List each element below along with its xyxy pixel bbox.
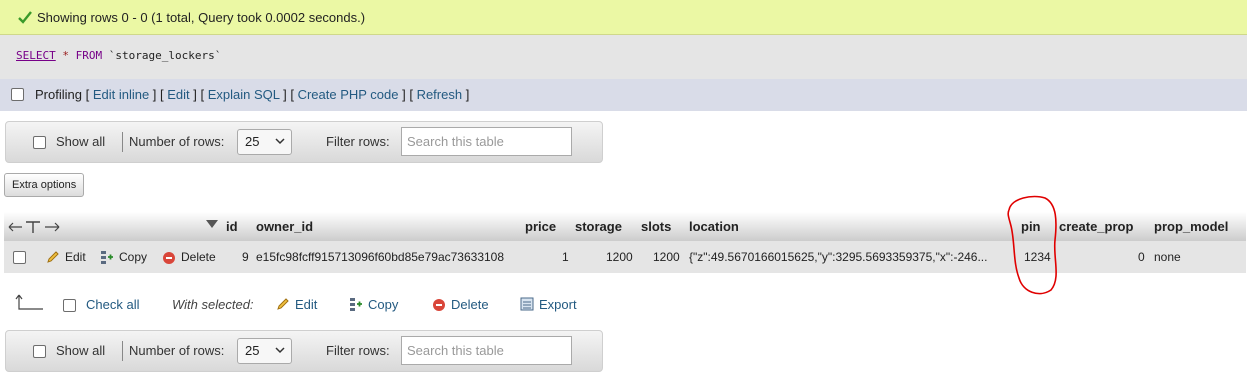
cell-storage[interactable]: 1200: [606, 250, 633, 264]
show-all-label[interactable]: Show all: [56, 134, 105, 149]
column-header-prop-model[interactable]: prop_model: [1154, 219, 1228, 234]
sql-keyword-from: FROM: [75, 49, 103, 62]
chevron-down-icon: [275, 347, 285, 354]
column-header-location[interactable]: location: [689, 219, 739, 234]
number-of-rows-label: Number of rows:: [129, 134, 225, 149]
filter-rows-input[interactable]: Search this table: [401, 127, 572, 156]
show-all-label[interactable]: Show all: [56, 343, 105, 358]
chevron-down-icon: [275, 138, 285, 145]
copy-row-icon: [350, 298, 362, 311]
sql-query-box: SELECT * FROM `storage_lockers`: [0, 35, 1247, 79]
column-header-create-prop[interactable]: create_prop: [1059, 219, 1133, 234]
column-header-price[interactable]: price: [525, 219, 556, 234]
sql-query: SELECT * FROM `storage_lockers`: [16, 49, 221, 62]
explain-sql-link[interactable]: Explain SQL: [208, 87, 280, 102]
sql-table-name: `storage_lockers`: [108, 49, 222, 62]
cell-owner-id[interactable]: e15fc98fcff915713096f60bd85e79ac73633108: [256, 250, 504, 264]
divider: [122, 132, 123, 152]
cell-prop-model[interactable]: none: [1154, 250, 1181, 264]
row-edit-link[interactable]: Edit: [65, 250, 86, 264]
row-copy-link[interactable]: Copy: [119, 250, 147, 264]
filter-rows-input[interactable]: Search this table: [401, 336, 572, 365]
check-all-link[interactable]: Check all: [86, 297, 139, 312]
refresh-link[interactable]: Refresh: [417, 87, 463, 102]
bulk-actions-bar: Check all With selected: Edit Copy Delet…: [0, 288, 620, 318]
show-all-checkbox[interactable]: [33, 345, 46, 358]
navigation-panel-bottom: Show all Number of rows: 25 Filter rows:…: [5, 330, 603, 372]
delete-icon: [163, 252, 175, 264]
column-header-storage[interactable]: storage: [575, 219, 622, 234]
check-all-checkbox[interactable]: [63, 299, 76, 312]
cell-slots[interactable]: 1200: [653, 250, 680, 264]
column-header-id[interactable]: id: [226, 219, 238, 234]
cell-location[interactable]: {"z":49.5670166015625,"y":3295.569335937…: [689, 250, 987, 264]
rows-per-page-select[interactable]: 25: [237, 338, 292, 364]
bulk-edit-button[interactable]: Edit: [295, 297, 317, 312]
table-row: Edit Copy Delete 9 e15fc98fcff915713096f…: [4, 241, 1246, 273]
cell-id[interactable]: 9: [242, 250, 249, 264]
column-header-pin[interactable]: pin: [1021, 219, 1041, 234]
bulk-delete-button[interactable]: Delete: [451, 297, 489, 312]
delete-icon: [433, 299, 445, 311]
row-checkbox[interactable]: [13, 251, 26, 264]
column-resize-arrows-icon[interactable]: [8, 220, 60, 234]
create-php-code-link[interactable]: Create PHP code: [298, 87, 399, 102]
search-placeholder: Search this table: [407, 134, 504, 149]
edit-query-link[interactable]: Edit: [167, 87, 189, 102]
cell-pin[interactable]: 1234: [1024, 250, 1051, 264]
success-message-bar: Showing rows 0 - 0 (1 total, Query took …: [0, 0, 1247, 35]
rows-per-page-select[interactable]: 25: [237, 129, 292, 155]
pencil-icon: [47, 251, 59, 263]
search-placeholder: Search this table: [407, 343, 504, 358]
profiling-label: Profiling: [35, 87, 82, 102]
checkmark-icon: [18, 11, 32, 24]
number-of-rows-label: Number of rows:: [129, 343, 225, 358]
bulk-copy-button[interactable]: Copy: [368, 297, 398, 312]
table-header: id owner_id price storage slots location…: [4, 212, 1246, 241]
profiling-checkbox[interactable]: [11, 88, 24, 101]
export-icon: [520, 297, 534, 311]
profiling-bar: Profiling [ Edit inline ] [ Edit ] [ Exp…: [0, 79, 1247, 111]
pencil-icon: [277, 298, 289, 310]
column-header-owner-id[interactable]: owner_id: [256, 219, 313, 234]
rows-per-page-value: 25: [245, 134, 260, 149]
cell-create-prop[interactable]: 0: [1138, 250, 1145, 264]
filter-rows-label: Filter rows:: [326, 134, 390, 149]
navigation-panel-top: Show all Number of rows: 25 Filter rows:…: [5, 121, 603, 163]
with-selected-label: With selected:: [172, 297, 254, 312]
row-delete-link[interactable]: Delete: [181, 250, 216, 264]
sql-keyword-select[interactable]: SELECT: [16, 49, 56, 62]
sql-star: *: [62, 49, 69, 62]
bulk-export-button[interactable]: Export: [539, 297, 577, 312]
query-actions: Profiling [ Edit inline ] [ Edit ] [ Exp…: [35, 87, 470, 102]
cell-price[interactable]: 1: [562, 250, 569, 264]
sort-descending-icon[interactable]: [206, 220, 218, 228]
copy-row-icon: [101, 251, 113, 264]
success-message: Showing rows 0 - 0 (1 total, Query took …: [37, 10, 366, 25]
extra-options-button[interactable]: Extra options: [4, 173, 85, 197]
rows-per-page-value: 25: [245, 343, 260, 358]
column-header-slots[interactable]: slots: [641, 219, 671, 234]
filter-rows-label: Filter rows:: [326, 343, 390, 358]
edit-inline-link[interactable]: Edit inline: [93, 87, 149, 102]
divider: [122, 341, 123, 361]
show-all-checkbox[interactable]: [33, 136, 46, 149]
arrow-up-left-icon: [15, 294, 43, 310]
